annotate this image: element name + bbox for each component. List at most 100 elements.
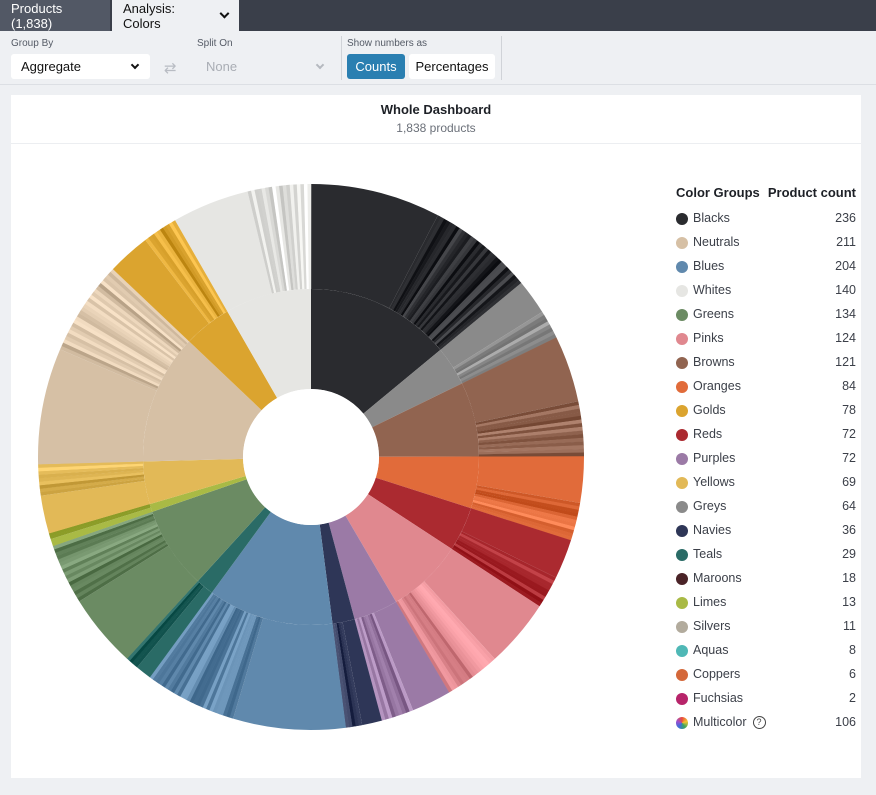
legend-item-navies[interactable]: Navies 36 <box>676 521 856 541</box>
group-by-label: Group By <box>11 38 54 49</box>
legend-swatch <box>676 405 688 417</box>
legend-item-purples[interactable]: Purples 72 <box>676 449 856 469</box>
legend-count: 8 <box>849 643 856 657</box>
legend-item-yellows[interactable]: Yellows 69 <box>676 473 856 493</box>
show-numbers-label: Show numbers as <box>347 38 428 49</box>
legend-swatch <box>676 501 688 513</box>
legend-label: Limes <box>693 595 727 609</box>
split-on-label: Split On <box>197 38 233 49</box>
legend-label: Whites <box>693 283 732 297</box>
legend-label: Browns <box>693 355 735 369</box>
legend-swatch <box>676 429 688 441</box>
help-icon[interactable]: ? <box>752 716 766 729</box>
legend-swatch <box>676 717 688 729</box>
legend-item-teals[interactable]: Teals 29 <box>676 545 856 565</box>
legend-label: Yellows <box>693 475 735 489</box>
legend-item-maroons[interactable]: Maroons 18 <box>676 569 856 589</box>
legend-label: Reds <box>693 427 723 441</box>
legend-count: 236 <box>835 211 856 225</box>
legend-item-blacks[interactable]: Blacks 236 <box>676 209 856 229</box>
tab-products-label: Products (1,838) <box>11 0 63 31</box>
legend-count: 78 <box>842 403 856 417</box>
legend-label: Fuchsias <box>693 691 744 705</box>
legend-count: 211 <box>836 235 856 249</box>
legend-label: Silvers <box>693 619 731 633</box>
group-by-select[interactable]: Aggregate <box>11 54 150 79</box>
legend-item-browns[interactable]: Browns 121 <box>676 353 856 373</box>
legend-label: Teals <box>693 547 723 561</box>
legend-item-neutrals[interactable]: Neutrals 211 <box>676 233 856 253</box>
chevron-down-icon <box>130 60 140 70</box>
legend-count: 72 <box>842 451 856 465</box>
legend-label: Blacks <box>693 211 730 225</box>
legend-swatch <box>676 333 688 345</box>
legend-swatch <box>676 645 688 657</box>
legend-item-oranges[interactable]: Oranges 84 <box>676 377 856 397</box>
swap-icon[interactable]: ⇄ <box>164 59 177 77</box>
legend-item-multicolor[interactable]: Multicolor? 106 <box>676 713 856 733</box>
legend-label: Multicolor? <box>693 715 766 729</box>
tab-products[interactable]: Products (1,838) <box>0 0 110 31</box>
legend-item-aquas[interactable]: Aquas 8 <box>676 641 856 661</box>
legend-label: Oranges <box>693 379 741 393</box>
tab-analysis-label: Analysis: Colors <box>123 0 176 31</box>
legend-swatch <box>676 669 688 681</box>
legend-item-golds[interactable]: Golds 78 <box>676 401 856 421</box>
legend-header-groups: Color Groups <box>676 185 760 200</box>
legend-item-pinks[interactable]: Pinks 124 <box>676 329 856 349</box>
legend-header-count: Product count <box>767 185 856 200</box>
legend-swatch <box>676 525 688 537</box>
legend-item-greens[interactable]: Greens 134 <box>676 305 856 325</box>
legend-count: 11 <box>843 619 856 633</box>
legend-label: Coppers <box>693 667 741 681</box>
legend-label: Blues <box>693 259 725 273</box>
legend-count: 6 <box>849 667 856 681</box>
legend-count: 2 <box>849 691 856 705</box>
legend-label: Golds <box>693 403 726 417</box>
legend-item-silvers[interactable]: Silvers 11 <box>676 617 856 637</box>
split-on-value: None <box>206 59 238 74</box>
legend-label: Neutrals <box>693 235 740 249</box>
toolbar-divider <box>501 36 502 80</box>
split-on-select[interactable]: None <box>196 54 335 79</box>
legend-item-coppers[interactable]: Coppers 6 <box>676 665 856 685</box>
percentages-button[interactable]: Percentages <box>409 54 495 79</box>
legend-label: Greens <box>693 307 734 321</box>
legend-count: 69 <box>842 475 856 489</box>
legend-swatch <box>676 597 688 609</box>
legend-swatch <box>676 237 688 249</box>
legend-count: 134 <box>835 307 856 321</box>
legend-swatch <box>676 693 688 705</box>
legend-swatch <box>676 285 688 297</box>
legend-label: Purples <box>693 451 736 465</box>
legend-count: 124 <box>835 331 856 345</box>
counts-button[interactable]: Counts <box>347 54 405 79</box>
legend-count: 121 <box>835 355 856 369</box>
legend-swatch <box>676 213 688 225</box>
legend-swatch <box>676 549 688 561</box>
tab-bar: Products (1,838) Analysis: Colors <box>0 0 876 31</box>
legend-swatch <box>676 357 688 369</box>
chevron-down-icon <box>219 8 230 19</box>
tab-analysis-colors[interactable]: Analysis: Colors <box>112 0 239 31</box>
legend-count: 204 <box>835 259 856 273</box>
chart-panel: Whole Dashboard 1,838 products Color Gro… <box>11 95 861 778</box>
legend-item-greys[interactable]: Greys 64 <box>676 497 856 517</box>
legend-item-reds[interactable]: Reds 72 <box>676 425 856 445</box>
legend-item-fuchsias[interactable]: Fuchsias 2 <box>676 689 856 709</box>
legend-label: Aquas <box>693 643 729 657</box>
legend-item-whites[interactable]: Whites 140 <box>676 281 856 301</box>
legend-item-limes[interactable]: Limes 13 <box>676 593 856 613</box>
legend-swatch <box>676 453 688 465</box>
chart-center-hole <box>243 389 379 525</box>
legend-item-blues[interactable]: Blues 204 <box>676 257 856 277</box>
legend-label: Pinks <box>693 331 724 345</box>
legend-count: 64 <box>842 499 856 513</box>
sunburst-chart <box>38 183 585 731</box>
legend-label: Navies <box>693 523 732 537</box>
legend-count: 36 <box>842 523 856 537</box>
legend-label: Greys <box>693 499 727 513</box>
legend-count: 140 <box>835 283 856 297</box>
group-by-value: Aggregate <box>21 59 81 74</box>
legend-count: 29 <box>842 547 856 561</box>
